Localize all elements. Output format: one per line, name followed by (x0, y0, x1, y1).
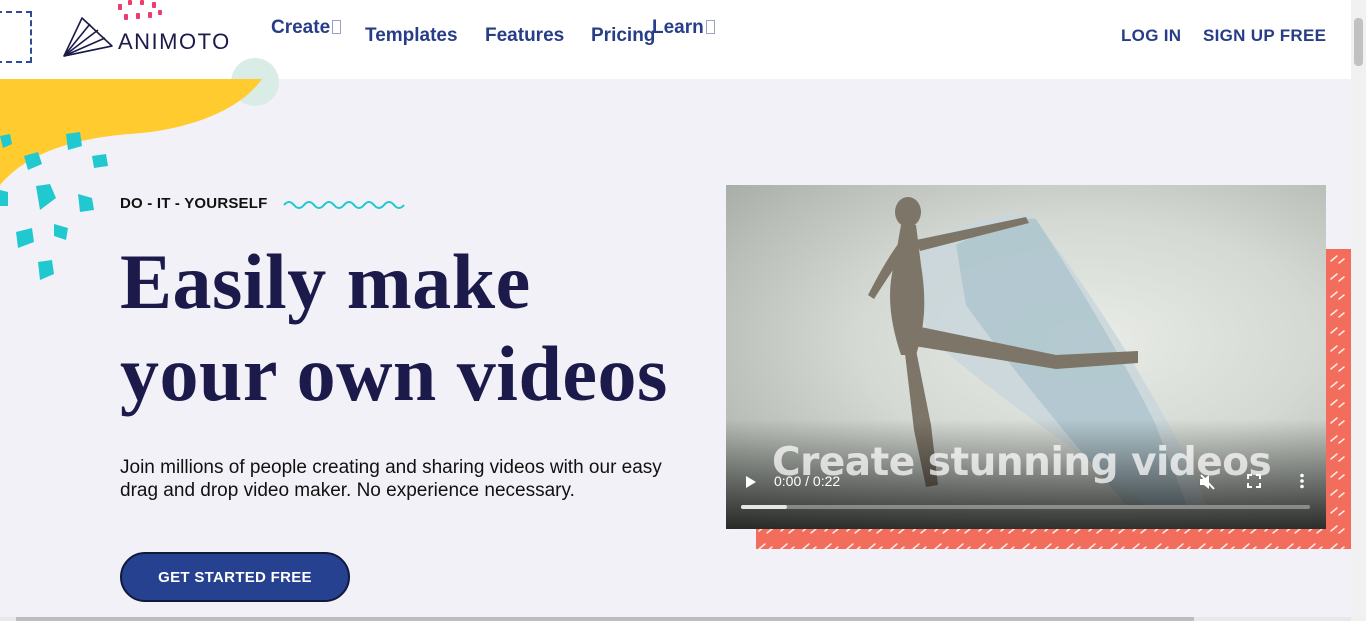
get-started-button[interactable]: GET STARTED FREE (120, 552, 350, 602)
video-caption-text: Create stunning videos (772, 440, 1272, 485)
chevron-down-icon (332, 20, 342, 34)
nav-pricing-label: Pricing (591, 25, 656, 46)
yellow-swoosh (0, 79, 262, 185)
skip-to-content-focus-box[interactable] (0, 11, 32, 63)
more-vertical-icon[interactable] (1299, 473, 1305, 489)
horizontal-scrollbar-thumb[interactable] (16, 617, 1194, 621)
nav-templates-label: Templates (365, 25, 458, 46)
vertical-scrollbar-thumb[interactable] (1354, 18, 1363, 66)
nav-create-label: Create (271, 17, 331, 38)
nav-features[interactable]: Features (485, 25, 564, 47)
teal-brush-strokes (0, 132, 108, 280)
fullscreen-icon[interactable] (1247, 474, 1261, 488)
nav-create[interactable]: Create (271, 17, 342, 39)
video-progress-fill (741, 505, 787, 509)
site-header: ANIMOTO Create Templates Features Pricin… (0, 0, 1351, 79)
hero-video-player[interactable]: Create stunning videos 0:00 / 0:22 (726, 185, 1326, 529)
hero-description: Join millions of people creating and sha… (120, 457, 662, 501)
nav-features-label: Features (485, 25, 565, 46)
vertical-scrollbar[interactable] (1351, 0, 1366, 621)
horizontal-scrollbar[interactable] (0, 617, 1351, 621)
nav-templates[interactable]: Templates (365, 25, 458, 47)
video-time-display: 0:00 / 0:22 (774, 473, 841, 489)
wavy-line-icon (283, 201, 405, 209)
logo-wordmark: ANIMOTO (118, 29, 231, 54)
headline-line-1: Easily make (120, 238, 531, 325)
volume-muted-icon[interactable] (1198, 473, 1216, 491)
paper-fan-logo-icon (63, 17, 113, 57)
video-progress-bar[interactable] (741, 505, 1310, 509)
login-link[interactable]: LOG IN (1121, 26, 1181, 46)
nav-learn[interactable]: Learn (652, 17, 715, 39)
animoto-logo[interactable]: ANIMOTO (62, 14, 231, 58)
eyebrow-text: DO - IT - YOURSELF (120, 195, 268, 212)
play-icon[interactable] (744, 475, 758, 489)
chevron-down-icon (705, 20, 715, 34)
signup-link[interactable]: SIGN UP FREE (1203, 26, 1326, 46)
headline-line-2: your own videos (120, 330, 668, 417)
nav-pricing[interactable]: Pricing (591, 25, 655, 47)
page-headline: Easily make your own videos (120, 236, 668, 420)
nav-learn-label: Learn (652, 17, 704, 38)
